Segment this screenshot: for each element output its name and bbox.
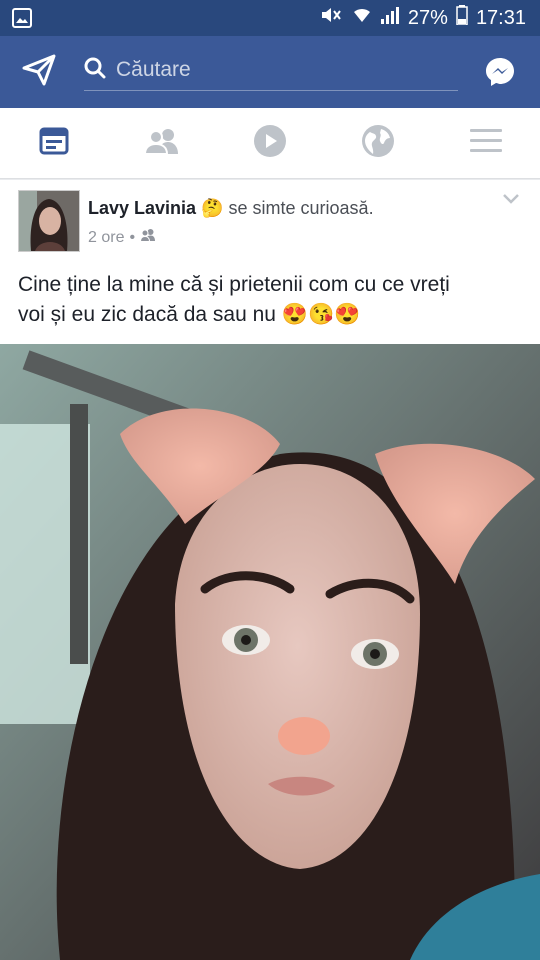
- post-meta: 2 ore •: [88, 228, 156, 247]
- search-icon: [84, 57, 106, 84]
- gallery-notification-icon: [12, 8, 32, 33]
- post-text: Cine ține la mine că și prietenii com cu…: [18, 270, 523, 330]
- post-options-chevron-icon[interactable]: [502, 192, 520, 210]
- top-bar: Căutare: [0, 36, 540, 108]
- menu-icon: [470, 128, 502, 159]
- post-time[interactable]: 2 ore: [88, 229, 124, 247]
- messenger-icon[interactable]: [484, 56, 516, 93]
- post-text-line-1: Cine ține la mine că și prietenii com cu…: [18, 273, 450, 296]
- avatar[interactable]: [18, 190, 80, 252]
- tab-notifications[interactable]: [324, 108, 432, 178]
- tab-friends[interactable]: [108, 108, 216, 178]
- feeling-text: se simte curioasă.: [228, 198, 374, 218]
- globe-icon: [361, 124, 395, 163]
- tab-news-feed[interactable]: [0, 108, 108, 178]
- battery-percent: 27%: [407, 6, 448, 29]
- meta-separator: •: [129, 228, 136, 246]
- mute-icon: [320, 6, 344, 30]
- feed-post: Lavy Lavinia 🤔 se simte curioasă. 2 ore …: [0, 180, 540, 960]
- news-feed-icon: [39, 127, 69, 160]
- friends-icon: [143, 127, 180, 160]
- search-placeholder: Căutare: [116, 58, 191, 81]
- clock: 17:31: [475, 6, 526, 29]
- send-icon[interactable]: [22, 54, 56, 91]
- post-photo[interactable]: [0, 344, 540, 960]
- friends-audience-icon: [140, 228, 156, 247]
- tab-video[interactable]: [216, 108, 324, 178]
- post-text-line-2-words: voi și eu zic dacă da sau nu: [18, 303, 276, 326]
- wifi-icon: [352, 6, 372, 30]
- post-text-line-2: voi și eu zic dacă da sau nu 😍😘😍: [18, 300, 523, 330]
- signal-icon: [380, 6, 400, 30]
- nav-tabs: [0, 108, 540, 179]
- battery-icon: [456, 5, 468, 31]
- author-name[interactable]: Lavy Lavinia: [88, 198, 196, 218]
- feeling-emoji: 🤔: [201, 198, 224, 218]
- tab-menu[interactable]: [432, 108, 540, 178]
- video-icon: [253, 124, 287, 163]
- search-input[interactable]: Căutare: [84, 50, 458, 91]
- status-bar: 27% 17:31: [0, 0, 540, 36]
- post-author-line: Lavy Lavinia 🤔 se simte curioasă.: [88, 198, 374, 219]
- post-emojis: 😍😘😍: [281, 303, 361, 326]
